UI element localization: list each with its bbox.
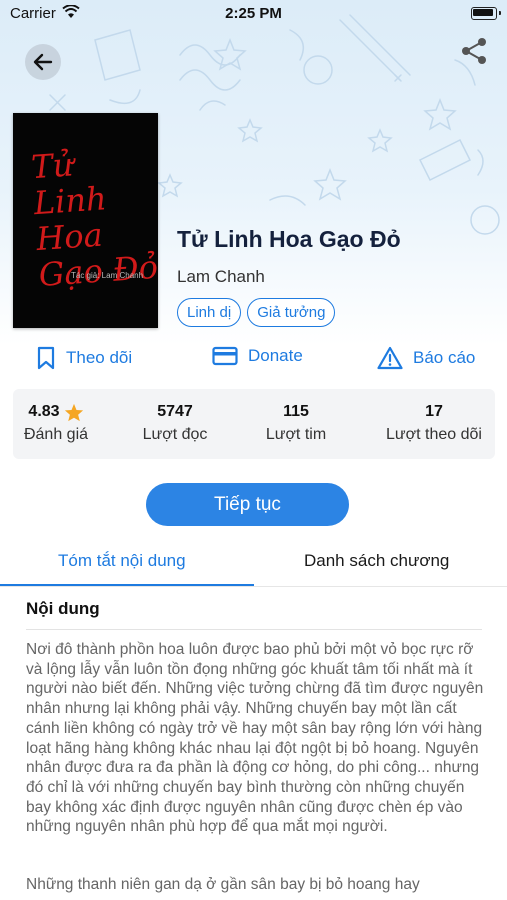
stat-hearts: 115 Lượt tim: [245, 401, 347, 444]
content-divider: [26, 629, 482, 630]
battery-icon: [471, 7, 497, 20]
reads-label: Lượt đọc: [142, 426, 208, 443]
tab-summary[interactable]: Tóm tắt nội dung: [58, 551, 186, 571]
status-bar: Carrier 2:25 PM: [0, 0, 507, 28]
followers-label: Lượt theo dõi: [386, 426, 482, 443]
book-author[interactable]: Lam Chanh: [177, 267, 265, 287]
reads-value: 5747: [157, 403, 193, 420]
stat-rating: 4.83 Đánh giá: [13, 401, 99, 444]
stat-reads: 5747 Lượt đọc: [123, 401, 227, 444]
status-time: 2:25 PM: [225, 5, 282, 22]
content-paragraph: Nơi đô thành phồn hoa luôn được bao phủ …: [26, 641, 484, 836]
tab-divider: [0, 586, 507, 587]
continue-button[interactable]: Tiếp tục: [146, 483, 349, 526]
hearts-value: 115: [283, 403, 309, 420]
rating-label: Đánh giá: [23, 426, 89, 443]
bookmark-icon: [37, 346, 55, 370]
donate-label: Donate: [248, 346, 303, 365]
book-cover: Tử Linh Hoa Gạo Đỏ Tác giả: Lam Chanh: [13, 113, 159, 328]
genre-tag[interactable]: Linh dị: [177, 298, 242, 327]
warning-icon: [377, 346, 403, 370]
hearts-label: Lượt tim: [265, 426, 327, 443]
tab-chapters[interactable]: Danh sách chương: [304, 551, 449, 571]
star-icon: [64, 403, 83, 421]
report-label: Báo cáo: [413, 348, 476, 367]
donate-button[interactable]: Donate: [212, 346, 303, 366]
share-button[interactable]: [459, 36, 489, 66]
tab-active-indicator: [0, 584, 254, 586]
followers-value: 17: [425, 403, 443, 420]
back-button[interactable]: [25, 44, 61, 80]
share-icon: [462, 38, 486, 64]
cover-author: Tác giả: Lam Chanh: [71, 271, 144, 280]
follow-label: Theo dõi: [66, 348, 133, 367]
stat-followers: 17 Lượt theo dõi: [375, 401, 493, 444]
report-button[interactable]: Báo cáo: [377, 346, 475, 370]
book-title: Tử Linh Hoa Gạo Đỏ: [177, 226, 401, 252]
back-arrow-icon: [33, 53, 53, 71]
stats-panel: 4.83 Đánh giá 5747 Lượt đọc 115 Lượt tim…: [13, 389, 495, 459]
action-row: Theo dõi Donate Báo cáo: [0, 346, 507, 378]
rating-value: 4.83: [28, 403, 60, 420]
content-paragraph: Những thanh niên gan dạ ở gần sân bay bị…: [26, 876, 420, 893]
battery-tip: [499, 11, 501, 15]
genre-tag[interactable]: Giả tưởng: [247, 298, 336, 327]
genre-tags: Linh dị Giả tưởng: [177, 298, 336, 327]
follow-button[interactable]: Theo dõi: [36, 346, 132, 370]
card-icon: [212, 346, 238, 366]
content-heading: Nội dung: [26, 599, 100, 618]
